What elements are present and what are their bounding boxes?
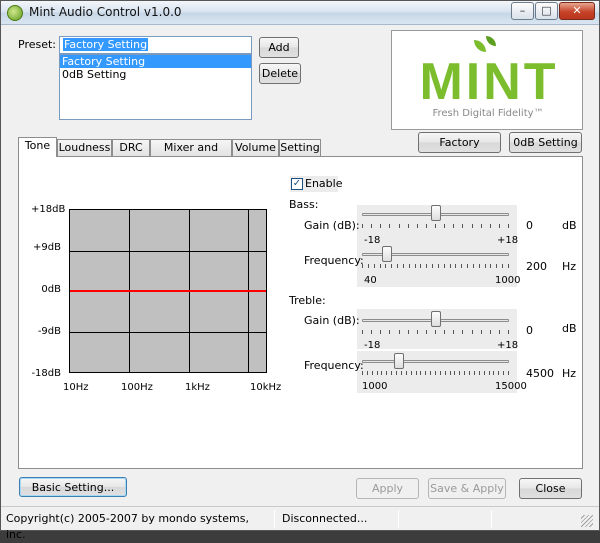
preset-list-item[interactable]: Factory Setting <box>60 55 251 68</box>
bass-gain-ticks <box>362 224 509 228</box>
status-separator <box>398 510 399 528</box>
bass-frequency-max: 1000 <box>495 275 521 286</box>
preset-list-item[interactable]: 0dB Setting <box>60 68 251 81</box>
close-window-button[interactable]: ✕ <box>559 2 595 20</box>
bass-frequency-value: 200 <box>526 260 547 273</box>
bass-gain-value: 0 <box>526 219 533 232</box>
tab-drc[interactable]: DRC <box>112 139 150 156</box>
bass-frequency-label: Frequency: <box>304 254 364 267</box>
brand-logo: MINT Fresh Digital Fidelity™ <box>391 30 583 130</box>
treble-frequency-slider-thumb[interactable] <box>393 353 404 369</box>
title-bar[interactable]: Mint Audio Control v1.0.0 – □ ✕ <box>1 1 599 25</box>
enable-checkbox[interactable]: ✓ <box>291 178 303 190</box>
treble-frequency-min: 1000 <box>362 381 388 392</box>
window-title: Mint Audio Control v1.0.0 <box>29 5 182 19</box>
treble-frequency-unit: Hz <box>562 367 577 380</box>
treble-gain-min: -18 <box>364 340 381 351</box>
app-window: Mint Audio Control v1.0.0 – □ ✕ Preset: … <box>0 0 600 541</box>
treble-frequency-ticks <box>362 371 509 375</box>
bass-gain-unit: dB <box>562 219 577 232</box>
enable-label: Enable <box>305 177 343 190</box>
bass-frequency-ticks <box>362 264 509 268</box>
x-tick-label: 10Hz <box>63 382 89 393</box>
bass-frequency-unit: Hz <box>562 260 577 273</box>
delete-preset-button[interactable]: Delete <box>259 63 301 84</box>
tone-tab-panel: +18dB +9dB 0dB -9dB -18dB 10Hz 100Hz 1kH… <box>18 156 583 469</box>
eq-response-chart <box>69 209 267 373</box>
treble-frequency-value: 4500 <box>526 367 554 380</box>
add-preset-button[interactable]: Add <box>259 37 299 58</box>
treble-gain-slider-thumb[interactable] <box>430 311 441 327</box>
tab-volume[interactable]: Volume <box>232 139 279 156</box>
connection-status: Disconnected... <box>282 512 368 525</box>
y-tick-label: -9dB <box>37 326 61 337</box>
treble-gain-ticks <box>362 330 509 334</box>
y-tick-label: +9dB <box>33 242 61 253</box>
tab-setting[interactable]: Setting <box>279 139 321 156</box>
treble-frequency-max: 15000 <box>495 381 527 392</box>
logo-word: MINT <box>419 53 559 111</box>
copyright-text: Copyright(c) 2005-2007 by mondo systems,… <box>6 512 249 541</box>
preset-list[interactable]: Factory Setting 0dB Setting <box>59 54 252 120</box>
preset-name-input[interactable]: Factory Setting <box>59 36 252 54</box>
logo-tagline: Fresh Digital Fidelity™ <box>432 108 544 119</box>
maximize-button[interactable]: □ <box>535 2 558 20</box>
apply-button[interactable]: Apply <box>356 478 419 499</box>
leaf-icon <box>486 36 496 46</box>
y-tick-label: -18dB <box>31 368 61 379</box>
status-separator <box>491 510 492 528</box>
treble-frequency-track[interactable] <box>362 360 509 363</box>
x-tick-label: 1kHz <box>185 382 210 393</box>
tab-loudness[interactable]: Loudness <box>57 139 112 156</box>
close-button[interactable]: Close <box>519 478 582 499</box>
preset-name-value: Factory Setting <box>63 38 149 51</box>
leaf-icon <box>474 40 486 52</box>
resize-grip-icon[interactable] <box>581 515 593 527</box>
eq-chart-svg <box>70 210 266 372</box>
treble-gain-unit: dB <box>562 322 577 335</box>
bass-gain-label: Gain (dB): <box>304 219 360 232</box>
zero-db-setting-button[interactable]: 0dB Setting <box>509 132 582 153</box>
bass-frequency-min: 40 <box>364 275 377 286</box>
treble-frequency-label: Frequency: <box>304 359 364 372</box>
y-tick-label: 0dB <box>41 284 61 295</box>
tab-tone[interactable]: Tone <box>18 137 57 157</box>
status-bar: Copyright(c) 2005-2007 by mondo systems,… <box>1 506 599 541</box>
basic-setting-button[interactable]: Basic Setting... <box>19 477 127 497</box>
treble-label: Treble: <box>289 294 326 307</box>
preset-label: Preset: <box>18 38 57 51</box>
minimize-button[interactable]: – <box>511 2 534 20</box>
bass-gain-slider-thumb[interactable] <box>430 205 441 221</box>
tab-mixer-and-filter[interactable]: Mixer and Filter <box>150 139 232 170</box>
app-icon <box>7 5 23 21</box>
bass-label: Bass: <box>289 198 319 211</box>
bass-frequency-slider-thumb[interactable] <box>381 246 392 262</box>
enable-checkbox-row[interactable]: ✓ Enable <box>290 176 342 192</box>
y-tick-label: +18dB <box>31 204 66 215</box>
x-tick-label: 10kHz <box>250 382 282 393</box>
treble-gain-label: Gain (dB): <box>304 314 360 327</box>
save-and-apply-button[interactable]: Save & Apply <box>428 478 506 499</box>
treble-gain-max: +18 <box>497 340 519 351</box>
status-separator <box>274 510 275 528</box>
x-tick-label: 100Hz <box>121 382 153 393</box>
treble-gain-value: 0 <box>526 324 533 337</box>
factory-setting-button[interactable]: Factory Setting <box>418 132 501 168</box>
